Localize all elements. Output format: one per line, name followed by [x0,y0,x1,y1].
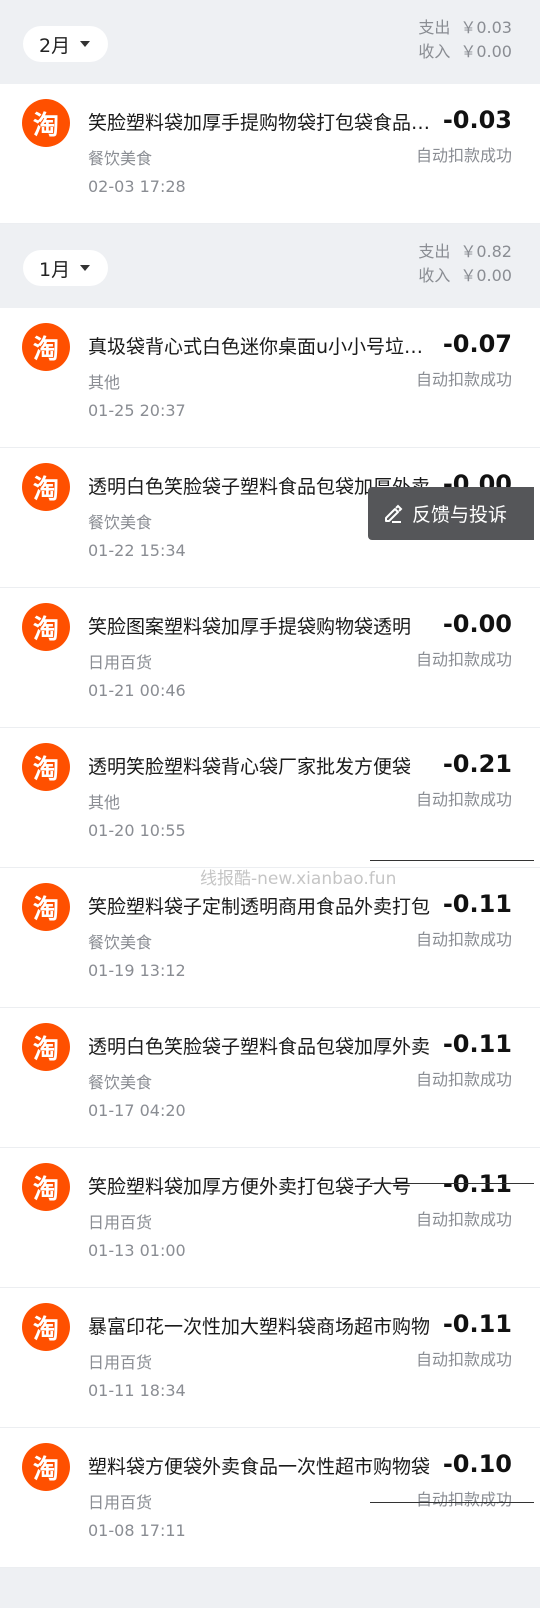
transaction-time: 01-20 10:55 [88,821,186,840]
caret-down-icon [80,41,91,47]
edit-icon [385,504,403,523]
transaction-category: 日用百货 [88,653,153,672]
transaction-title: 透明笑脸塑料袋背心袋厂家批发方便袋 [88,756,412,778]
transaction-row[interactable]: 淘 笑脸塑料袋加厚手提购物袋打包袋食品外卖 -0.03 餐饮美食 自动扣款成功 … [0,84,540,224]
expense-value: ￥0.03 [460,18,512,37]
transaction-status: 自动扣款成功 [415,370,512,389]
taobao-logo-icon: 淘 [22,1443,70,1491]
transaction-amount: -0.11 [442,1030,512,1058]
transaction-status: 自动扣款成功 [415,930,512,949]
transaction-title: 塑料袋方便袋外卖食品一次性超市购物袋 [88,1456,431,1478]
transaction-time: 01-25 20:37 [88,401,186,420]
transaction-row[interactable]: 淘 真圾袋背心式白色迷你桌面u小小号垃圾袋 -0.07 其他 自动扣款成功 01… [0,308,540,448]
transaction-status: 自动扣款成功 [415,1490,512,1509]
transaction-time: 01-22 15:34 [88,541,186,560]
transaction-status: 自动扣款成功 [415,146,512,165]
transaction-category: 日用百货 [88,1353,153,1372]
transaction-row[interactable]: 淘 塑料袋方便袋外卖食品一次性超市购物袋 -0.10 日用百货 自动扣款成功 0… [0,1428,540,1568]
transaction-amount: -0.21 [442,750,512,778]
transaction-time: 01-08 17:11 [88,1521,186,1540]
month-summary: 支出 ￥0.82 收入 ￥0.00 [418,240,512,288]
transaction-row[interactable]: 淘 透明笑脸塑料袋背心袋厂家批发方便袋 -0.21 其他 自动扣款成功 01-2… [0,728,540,868]
transaction-amount: -0.10 [442,1450,512,1478]
taobao-logo-icon: 淘 [22,1163,70,1211]
transaction-row[interactable]: 淘 笑脸塑料袋子定制透明商用食品外卖打包 -0.11 餐饮美食 自动扣款成功 0… [0,868,540,1008]
taobao-logo-icon: 淘 [22,883,70,931]
taobao-logo-icon: 淘 [22,603,70,651]
month-selector[interactable]: 2月 [23,26,109,62]
transaction-status: 自动扣款成功 [415,1350,512,1369]
income-label: 收入 [418,266,451,285]
transaction-amount: -0.00 [442,610,512,638]
transaction-row[interactable]: 淘 笑脸塑料袋加厚方便外卖打包袋子大号 -0.11 日用百货 自动扣款成功 01… [0,1148,540,1288]
transaction-category: 餐饮美食 [88,1073,153,1092]
transaction-category: 日用百货 [88,1213,153,1232]
month-label: 2月 [39,34,71,57]
transaction-amount: -0.11 [442,890,512,918]
transaction-amount: -0.11 [442,1310,512,1338]
income-value: ￥0.00 [460,42,512,61]
transaction-row[interactable]: 淘 暴富印花一次性加大塑料袋商场超市购物 -0.11 日用百货 自动扣款成功 0… [0,1288,540,1428]
month-header: 2月 支出 ￥0.03 收入 ￥0.00 [0,0,540,84]
feedback-label: 反馈与投诉 [412,504,508,526]
transaction-time: 01-11 18:34 [88,1381,186,1400]
transaction-category: 其他 [88,793,121,812]
taobao-logo-icon: 淘 [22,1023,70,1071]
month-header: 1月 支出 ￥0.82 收入 ￥0.00 [0,224,540,308]
transaction-category: 餐饮美食 [88,933,153,952]
transaction-amount: -0.11 [442,1170,512,1198]
income-value: ￥0.00 [460,266,512,285]
taobao-logo-icon: 淘 [22,743,70,791]
transaction-category: 餐饮美食 [88,149,153,168]
transaction-title: 笑脸塑料袋子定制透明商用食品外卖打包 [88,896,431,918]
transaction-status: 自动扣款成功 [415,790,512,809]
taobao-logo-icon: 淘 [22,1303,70,1351]
transaction-title: 笑脸塑料袋加厚手提购物袋打包袋食品外卖 [88,112,438,134]
taobao-logo-icon: 淘 [22,463,70,511]
transaction-status: 自动扣款成功 [415,1210,512,1229]
month-summary: 支出 ￥0.03 收入 ￥0.00 [418,16,512,64]
transaction-title: 笑脸塑料袋加厚方便外卖打包袋子大号 [88,1176,412,1198]
transaction-row[interactable]: 淘 透明白色笑脸袋子塑料食品包袋加厚外卖 -0.11 餐饮美食 自动扣款成功 0… [0,1008,540,1148]
transaction-amount: -0.07 [442,330,512,358]
expense-label: 支出 [418,242,451,261]
transaction-category: 其他 [88,373,121,392]
month-selector[interactable]: 1月 [23,250,109,286]
transaction-time: 01-19 13:12 [88,961,186,980]
transaction-title: 透明白色笑脸袋子塑料食品包袋加厚外卖 [88,1036,431,1058]
expense-label: 支出 [418,18,451,37]
transaction-time: 01-13 01:00 [88,1241,186,1260]
transaction-amount: -0.03 [442,106,512,134]
transaction-time: 02-03 17:28 [88,177,186,196]
income-label: 收入 [418,42,451,61]
month-label: 1月 [39,258,71,281]
feedback-button[interactable]: 反馈与投诉 [368,487,534,540]
transaction-title: 真圾袋背心式白色迷你桌面u小小号垃圾袋 [88,336,438,358]
transaction-time: 01-17 04:20 [88,1101,186,1120]
transaction-status: 自动扣款成功 [415,1070,512,1089]
bottom-strip [0,1568,540,1608]
transaction-status: 自动扣款成功 [415,650,512,669]
transaction-time: 01-21 00:46 [88,681,186,700]
expense-value: ￥0.82 [460,242,512,261]
bill-list: 2月 支出 ￥0.03 收入 ￥0.00 淘 笑脸塑料袋加厚手提购物袋打包袋食品外卖… [0,0,540,1608]
transaction-category: 日用百货 [88,1493,153,1512]
transaction-title: 笑脸图案塑料袋加厚手提袋购物袋透明 [88,616,412,638]
caret-down-icon [80,265,91,271]
transaction-category: 餐饮美食 [88,513,153,532]
taobao-logo-icon: 淘 [22,99,70,147]
transaction-row[interactable]: 淘 笑脸图案塑料袋加厚手提袋购物袋透明 -0.00 日用百货 自动扣款成功 01… [0,588,540,728]
taobao-logo-icon: 淘 [22,323,70,371]
transaction-title: 暴富印花一次性加大塑料袋商场超市购物 [88,1316,431,1338]
